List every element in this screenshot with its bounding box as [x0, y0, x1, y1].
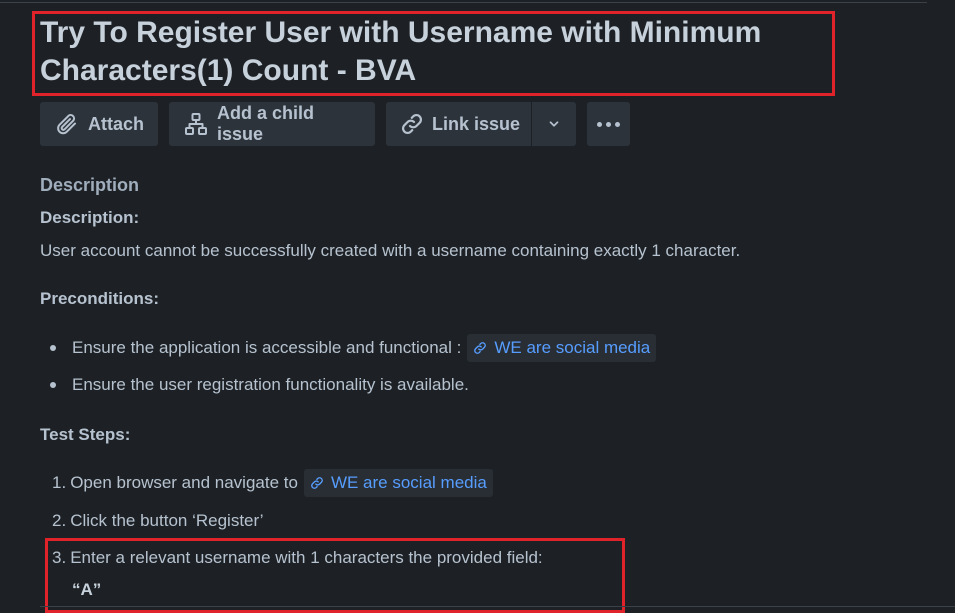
bottom-divider: [40, 606, 955, 607]
step-number: 1.: [52, 473, 67, 492]
test-steps-heading: Test Steps:: [40, 425, 131, 444]
link-issue-label: Link issue: [432, 113, 521, 134]
smart-link[interactable]: WE are social media: [303, 469, 493, 497]
paperclip-icon: [57, 114, 76, 135]
more-actions-button[interactable]: [587, 102, 630, 146]
link-issue-button[interactable]: Link issue: [386, 102, 531, 146]
top-divider: [0, 2, 927, 3]
link-icon: [401, 113, 423, 135]
list-item: 1. Open browser and navigate to WE are s…: [52, 468, 493, 498]
step-text: Click the button ‘Register’: [70, 511, 264, 530]
precondition-text: Ensure the user registration functionali…: [72, 375, 469, 394]
step-number: 2.: [52, 511, 67, 530]
list-item: Ensure the application is accessible and…: [50, 333, 657, 363]
more-dot: [615, 121, 620, 127]
bullet-icon: [50, 345, 56, 351]
attach-button[interactable]: Attach: [40, 102, 158, 146]
add-child-issue-button[interactable]: Add a child issue: [169, 102, 375, 146]
smart-link[interactable]: WE are social media: [467, 334, 657, 362]
link-issue-dropdown-button[interactable]: [532, 102, 576, 146]
link-icon: [311, 477, 323, 489]
description-text: User account cannot be successfully crea…: [40, 241, 741, 260]
list-item: 2. Click the button ‘Register’: [52, 506, 264, 536]
chevron-down-icon: [549, 121, 559, 127]
preconditions-heading: Preconditions:: [40, 289, 160, 308]
step-highlight-box: [45, 538, 625, 613]
precondition-text: Ensure the application is accessible and…: [72, 338, 462, 357]
bullet-icon: [50, 382, 56, 388]
more-dot: [606, 121, 611, 127]
smart-link-label: WE are social media: [330, 473, 487, 492]
title-highlight-box: [32, 11, 835, 96]
attach-label: Attach: [88, 113, 145, 134]
smart-link-label: WE are social media: [494, 338, 651, 357]
link-icon: [474, 342, 487, 354]
description-section-label: Description: [40, 175, 140, 195]
more-dot: [597, 121, 602, 127]
list-item: Ensure the user registration functionali…: [50, 370, 469, 400]
description-heading: Description:: [40, 208, 140, 227]
link-issue-split-button: Link issue: [386, 102, 576, 146]
hierarchy-icon: [185, 113, 207, 135]
step-text: Open browser and navigate to: [70, 473, 298, 492]
add-child-issue-label: Add a child issue: [217, 103, 315, 144]
